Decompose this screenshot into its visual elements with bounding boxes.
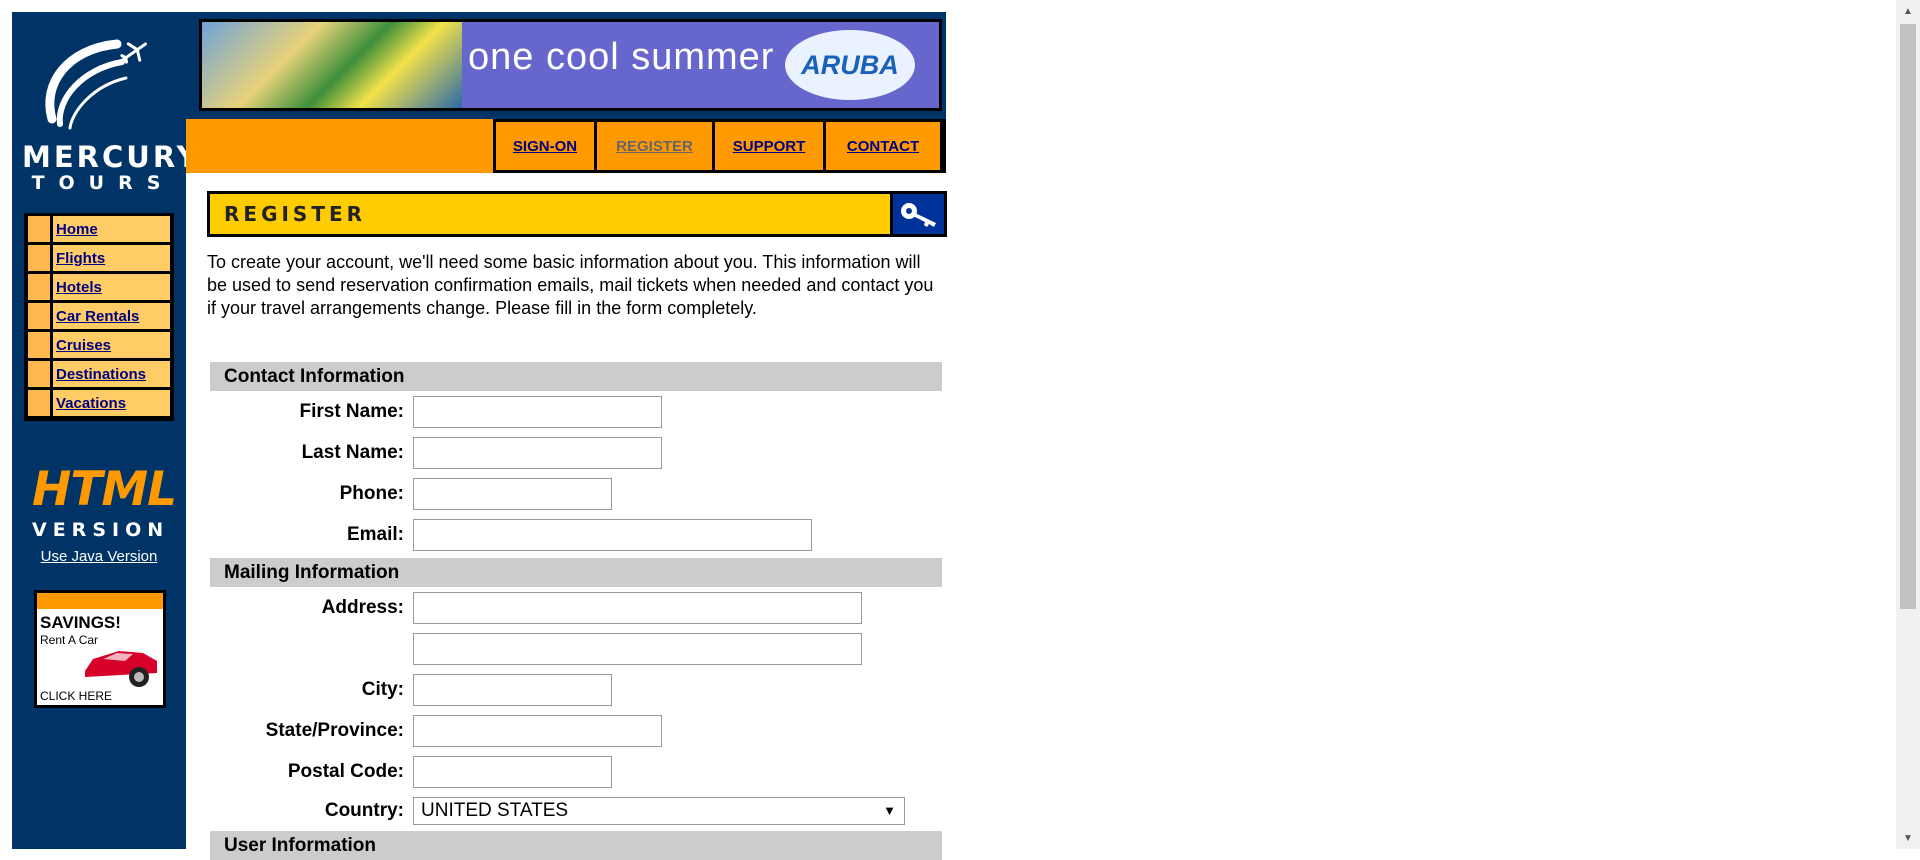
sidebar-item-vacations: Vacations xyxy=(28,390,170,416)
country-selected-value: UNITED STATES xyxy=(421,800,569,821)
page-title-bar: REGISTER xyxy=(210,194,890,234)
html-badge-text: HTML xyxy=(32,462,177,517)
sidebar-item-destinations: Destinations xyxy=(28,361,170,387)
aruba-ad-banner[interactable]: one cool summer ARUBA xyxy=(199,19,942,111)
nav-bullet xyxy=(28,390,50,416)
postal-code-field[interactable] xyxy=(413,756,612,788)
top-nav-links: SIGN-ON REGISTER SUPPORT CONTACT xyxy=(493,119,946,173)
user-information-header: User Information xyxy=(210,831,942,860)
first-name-label: First Name: xyxy=(299,401,404,422)
mailing-information-header: Mailing Information xyxy=(210,558,942,587)
top-nav-item-sign-on: SIGN-ON xyxy=(496,122,594,170)
scroll-down-arrow-icon[interactable]: ▼ xyxy=(1896,827,1920,849)
sidebar-item-car-rentals: Car Rentals xyxy=(28,303,170,329)
aruba-logo: ARUBA xyxy=(785,30,915,100)
sidebar-item-hotels: Hotels xyxy=(28,274,170,300)
nav-link-hotels[interactable]: Hotels xyxy=(56,279,102,296)
red-car-icon xyxy=(85,651,157,687)
html-version-badge: HTML VERSION xyxy=(32,462,177,544)
ad-headline: SAVINGS! xyxy=(40,613,121,632)
top-banner: one cool summer ARUBA xyxy=(186,12,946,119)
register-link[interactable]: REGISTER xyxy=(616,138,693,155)
key-icon xyxy=(900,203,936,227)
nav-link-cruises[interactable]: Cruises xyxy=(56,337,111,354)
logo-text-mercury: MERCURY xyxy=(22,140,201,174)
plane-logo-icon xyxy=(45,39,147,130)
page-title: REGISTER xyxy=(224,202,367,226)
java-version-link[interactable]: Use Java Version xyxy=(12,548,186,565)
intro-text: To create your account, we'll need some … xyxy=(207,252,934,318)
address-label: Address: xyxy=(321,597,404,618)
postal-code-label: Postal Code: xyxy=(287,761,404,782)
phone-field[interactable] xyxy=(413,478,612,510)
support-link[interactable]: SUPPORT xyxy=(733,138,806,155)
sidebar-item-home: Home xyxy=(28,216,170,242)
sign-on-link[interactable]: SIGN-ON xyxy=(513,138,577,155)
top-nav-item-register: REGISTER xyxy=(597,122,712,170)
city-label: City: xyxy=(361,679,404,700)
logo-text-tours: TOURS xyxy=(31,172,175,194)
ad-stripe xyxy=(37,593,163,609)
nav-bullet xyxy=(28,303,50,329)
nav-link-destinations[interactable]: Destinations xyxy=(56,366,146,383)
nav-link-car-rentals[interactable]: Car Rentals xyxy=(56,308,139,325)
banner-slogan: one cool summer xyxy=(468,36,775,78)
state-province-field[interactable] xyxy=(413,715,662,747)
key-icon-box xyxy=(893,194,944,234)
mercury-tours-logo[interactable]: MERCURY TOURS xyxy=(22,24,201,199)
nav-link-vacations[interactable]: Vacations xyxy=(56,395,126,412)
contact-information-header: Contact Information xyxy=(210,362,942,391)
email-field[interactable] xyxy=(413,519,812,551)
banner-photo xyxy=(202,22,462,108)
state-province-label: State/Province: xyxy=(265,720,404,741)
scrollbar-thumb[interactable] xyxy=(1900,24,1916,609)
sidebar-item-flights: Flights xyxy=(28,245,170,271)
version-badge-text: VERSION xyxy=(32,519,170,541)
first-name-field[interactable] xyxy=(413,396,662,428)
nav-bullet xyxy=(28,274,50,300)
nav-bullet xyxy=(28,332,50,358)
nav-bullet xyxy=(28,216,50,242)
address-line-2-field[interactable] xyxy=(413,633,862,665)
address-line-1-field[interactable] xyxy=(413,592,862,624)
last-name-field[interactable] xyxy=(413,437,662,469)
nav-link-flights[interactable]: Flights xyxy=(56,250,105,267)
nav-bullet xyxy=(28,361,50,387)
left-navigation: Home Flights Hotels Car Rentals Cruises … xyxy=(24,213,174,421)
top-nav-item-contact: CONTACT xyxy=(826,122,940,170)
last-name-label: Last Name: xyxy=(301,442,404,463)
contact-link[interactable]: CONTACT xyxy=(847,138,919,155)
nav-bullet xyxy=(28,245,50,271)
email-label: Email: xyxy=(346,524,404,545)
country-select[interactable]: UNITED STATES ▼ xyxy=(413,797,905,825)
nav-link-home[interactable]: Home xyxy=(56,221,98,238)
page-header: REGISTER xyxy=(207,191,947,237)
scroll-up-arrow-icon[interactable]: ▲ xyxy=(1896,0,1920,22)
dropdown-arrow-icon: ▼ xyxy=(883,803,896,818)
ad-cta: CLICK HERE xyxy=(40,689,113,703)
sidebar-item-cruises: Cruises xyxy=(28,332,170,358)
savings-ad-banner[interactable]: SAVINGS! Rent A Car CLICK HERE xyxy=(34,590,166,708)
phone-label: Phone: xyxy=(339,483,404,504)
top-navigation-bar: SIGN-ON REGISTER SUPPORT CONTACT xyxy=(186,119,946,173)
city-field[interactable] xyxy=(413,674,612,706)
top-nav-item-support: SUPPORT xyxy=(715,122,823,170)
vertical-scrollbar[interactable]: ▲ ▼ xyxy=(1896,0,1920,849)
country-label: Country: xyxy=(324,800,404,821)
left-sidebar: MERCURY TOURS Home Flights Hotels Car Re… xyxy=(12,12,201,849)
